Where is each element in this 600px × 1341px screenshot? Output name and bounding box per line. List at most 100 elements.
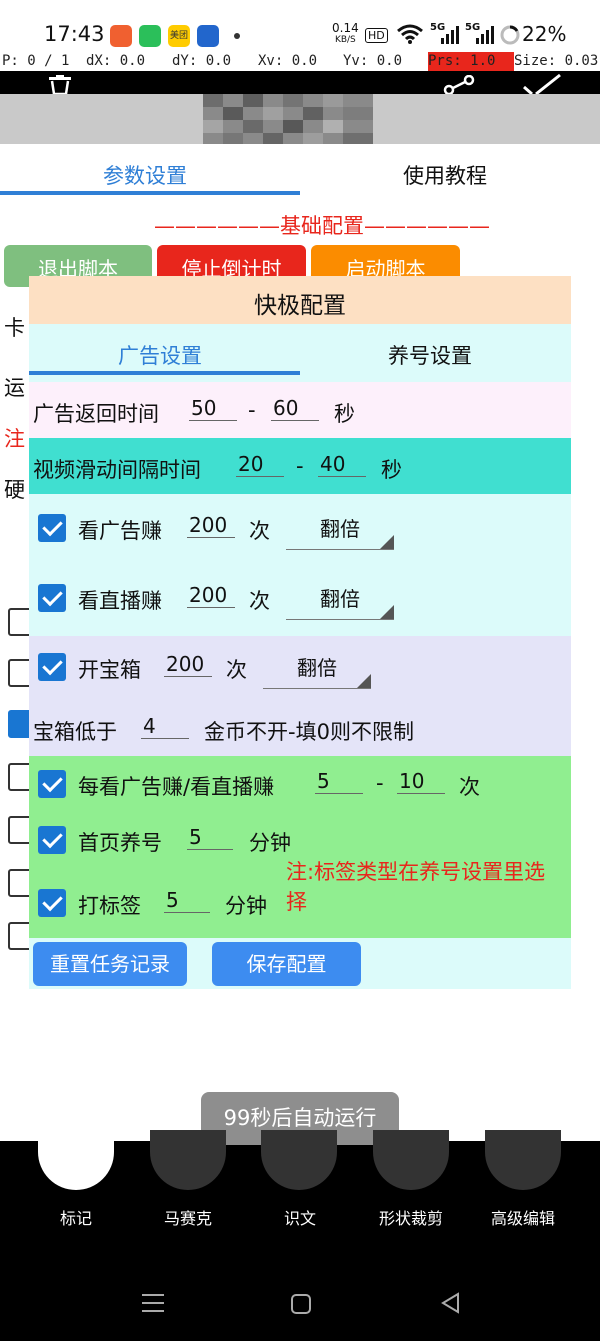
swipe-unit: 秒 [381,458,402,482]
mosaic-tool-icon[interactable] [150,1130,226,1190]
watch-ad-mode-select[interactable]: 翻倍 [286,513,394,550]
signal2-icon [476,26,494,44]
menu-nav-icon[interactable] [141,1293,165,1313]
dropdown-arrow-icon [380,605,394,619]
home-checkbox[interactable] [38,826,66,854]
tab-params[interactable]: 参数设置 [103,160,187,190]
partial-label-run: 运 [4,376,25,400]
chest-min-label: 宝箱低于 [33,720,117,744]
partial-label-hard: 硬 [4,478,25,502]
watch-live-unit: 次 [249,589,270,613]
watch-ad-mode-value: 翻倍 [320,517,360,541]
watch-ad-label: 看广告赚 [78,519,162,543]
swipe-min-input[interactable]: 20 [236,452,284,477]
debug-pointer-count: P: 0 / 1 [2,53,70,69]
magnet-app-icon [197,25,219,47]
dropdown-arrow-icon [380,535,394,549]
ad-return-label: 广告返回时间 [33,402,159,426]
each-checkbox[interactable] [38,770,66,798]
confirm-check-icon[interactable] [522,73,562,94]
net-speed-unit: KB/S [334,35,356,45]
delete-icon[interactable] [46,75,74,94]
swipe-interval-label: 视频滑动间隔时间 [33,458,201,482]
editor-top-toolbar [0,71,600,94]
each-min-input[interactable]: 5 [315,769,363,794]
debug-pressure: Prs: 1.0 [428,52,514,71]
home-minutes-input[interactable]: 5 [187,825,233,850]
crop-tool-icon[interactable] [373,1130,449,1190]
debug-yv: Yv: 0.0 [343,53,403,69]
wifi-icon [397,24,423,44]
watch-ad-unit: 次 [249,519,270,543]
section-title: ——————基础配置—————— [154,214,490,238]
tag-note: 注:标签类型在养号设置里选择 [286,860,546,914]
pointer-debug-bar: P: 0 / 1 dX: 0.0 dY: 0.0 Xv: 0.0 Yv: 0.0… [0,52,600,71]
reset-task-button[interactable]: 重置任务记录 [33,942,187,986]
meituan-app-icon: 美团 [168,25,190,47]
config-dialog: 快极配置 广告设置 养号设置 广告返回时间 50 - 60 秒 视频滑动间隔时间… [29,276,571,989]
chest-min-input[interactable]: 4 [141,714,189,739]
watch-section: 看广告赚 200 次 翻倍 看直播赚 200 次 翻倍 [29,494,571,636]
ad-return-max-input[interactable]: 60 [271,396,319,421]
ad-return-min-input[interactable]: 50 [189,396,237,421]
back-nav-icon[interactable] [440,1292,460,1314]
share-icon[interactable] [443,75,475,94]
save-config-button[interactable]: 保存配置 [212,942,361,986]
ad-return-unit: 秒 [334,402,355,426]
status-bar: 17:43 美团 0.14 KB/S HD 5G 5G 22% [0,0,600,52]
debug-size: Size: 0.03 [514,53,599,69]
watch-live-label: 看直播赚 [78,589,162,613]
chest-section: 开宝箱 200 次 翻倍 宝箱低于 4 金币不开-填0则不限制 [29,636,571,756]
chest-mode-select[interactable]: 翻倍 [263,652,371,689]
home-nav-icon[interactable] [290,1293,312,1315]
partial-label-note: 注 [4,427,25,451]
chest-label: 开宝箱 [78,658,141,682]
each-max-input[interactable]: 10 [397,769,445,794]
each-label: 每看广告赚/看直播赚 [78,775,275,799]
net-speed-value: 0.14 [332,21,359,35]
tab-tutorial[interactable]: 使用教程 [403,160,487,190]
net-speed: 0.14 KB/S [332,22,359,46]
battery-percent: 22% [522,22,567,46]
swipe-separator: - [296,454,304,478]
watch-live-checkbox[interactable] [38,584,66,612]
status-time: 17:43 [44,22,105,46]
ad-return-separator: - [248,398,256,422]
chest-unit: 次 [226,658,247,682]
each-unit: 次 [459,775,480,799]
watch-ad-checkbox[interactable] [38,514,66,542]
tag-minutes-input[interactable]: 5 [164,888,210,913]
tab-account-settings[interactable]: 养号设置 [388,340,472,370]
advanced-edit-icon[interactable] [485,1130,561,1190]
partial-label-card: 卡 [4,316,25,340]
watch-live-count-input[interactable]: 200 [187,583,235,608]
notification-dot-icon [234,33,240,39]
chest-min-note: 金币不开-填0则不限制 [204,720,414,744]
chest-count-input[interactable]: 200 [164,652,212,677]
tool-advanced-label[interactable]: 高级编辑 [473,1205,573,1229]
tab-ad-indicator [29,371,300,375]
dropdown-arrow-icon [357,674,371,688]
tool-mark-label[interactable]: 标记 [26,1205,126,1229]
tab-ad-settings[interactable]: 广告设置 [118,340,202,370]
tag-checkbox[interactable] [38,889,66,917]
wechat-app-icon [139,25,161,47]
swipe-max-input[interactable]: 40 [318,452,366,477]
watch-ad-count-input[interactable]: 200 [187,513,235,538]
tool-mosaic-label[interactable]: 马赛克 [138,1205,238,1229]
chest-checkbox[interactable] [38,653,66,681]
hd-badge: HD [365,28,388,43]
dialog-title: 快极配置 [254,293,346,319]
battery-icon [500,25,520,45]
tool-crop-label[interactable]: 形状裁剪 [361,1205,461,1229]
tag-unit: 分钟 [225,894,267,918]
mosaic-redaction [203,94,373,146]
watch-live-mode-select[interactable]: 翻倍 [286,583,394,620]
tag-label: 打标签 [78,894,141,918]
mark-tool-icon[interactable] [38,1130,114,1190]
ocr-tool-icon[interactable] [261,1130,337,1190]
chest-mode-value: 翻倍 [297,656,337,680]
tool-ocr-label[interactable]: 识文 [250,1205,350,1229]
tab-params-indicator [0,191,300,195]
gallery-app-icon [110,25,132,47]
